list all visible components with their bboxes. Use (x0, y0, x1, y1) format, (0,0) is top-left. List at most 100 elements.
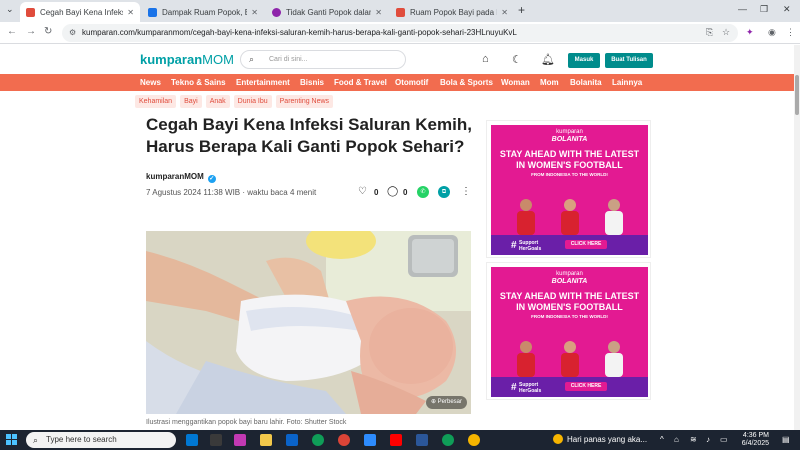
site-logo[interactable]: kumparanMOM (140, 52, 234, 67)
comment-icon[interactable]: ◯ (387, 186, 398, 197)
install-app-icon[interactable]: ⎘ (706, 27, 713, 38)
bookmark-star-icon[interactable]: ☆ (722, 27, 730, 38)
nav-lainnya[interactable]: Lainnya (612, 74, 642, 91)
nav-otomotif[interactable]: Otomotif (395, 74, 428, 91)
scrollbar-thumb[interactable] (795, 75, 799, 115)
nav-bolanita[interactable]: Bolanita (570, 74, 602, 91)
article-photo[interactable]: ⊕ Perbesar (146, 231, 471, 414)
nav-bisnis[interactable]: Bisnis (300, 74, 324, 91)
author-name[interactable]: kumparanMOM ✓ (146, 172, 216, 183)
search-input[interactable]: ⌕ Cari di sini... (240, 50, 406, 69)
notification-center-icon[interactable]: ▤ (782, 435, 790, 444)
read-time: · waktu baca 4 menit (242, 188, 317, 197)
subcat-anak[interactable]: Anak (205, 95, 230, 108)
copilot-icon[interactable] (234, 434, 246, 446)
youtube-icon[interactable] (390, 434, 402, 446)
enlarge-photo-button[interactable]: ⊕ Perbesar (425, 396, 467, 409)
dark-mode-icon[interactable]: ☾ (512, 53, 522, 66)
zoom-app-icon[interactable] (364, 434, 376, 446)
like-count: 0 (374, 188, 379, 197)
nav-entertainment[interactable]: Entertainment (236, 74, 290, 91)
show-hidden-icons-icon[interactable]: ^ (660, 435, 664, 444)
nav-tekno-sains[interactable]: Tekno & Sains (171, 74, 226, 91)
profile-icon[interactable]: ◉ (768, 27, 776, 38)
chrome-alt-icon[interactable] (468, 434, 480, 446)
url-text: kumparan.com/kumparanmom/cegah-bayi-kena… (82, 28, 517, 37)
back-icon[interactable]: ← (7, 26, 17, 37)
volume-icon[interactable]: ♪ (706, 435, 710, 444)
like-heart-icon[interactable]: ♡ (358, 186, 367, 197)
weather-text[interactable]: Hari panas yang aka... (567, 435, 647, 444)
chrome-profile-icon[interactable] (338, 434, 350, 446)
close-icon[interactable]: ✕ (375, 8, 382, 17)
tab-title: Tidak Ganti Popok dalam Wakt (286, 7, 371, 17)
chrome-active-icon[interactable] (442, 434, 454, 446)
search-icon: ⌕ (249, 54, 255, 64)
comment-count: 0 (403, 188, 408, 197)
system-clock[interactable]: 4:36 PM 6/4/2025 (737, 432, 769, 448)
windows-taskbar: ⌕ Type here to search Hari panas yang ak… (0, 430, 800, 450)
word-icon[interactable] (416, 434, 428, 446)
tab-search-icon[interactable]: ⌄ (6, 4, 14, 15)
whatsapp-share-icon[interactable]: ✆ (417, 186, 429, 198)
close-icon[interactable]: ✕ (127, 8, 134, 17)
nav-bola-sports[interactable]: Bola & Sports (440, 74, 493, 91)
close-icon[interactable]: ✕ (251, 8, 258, 17)
publish-date: 7 Agustus 2024 11:38 WIB (146, 188, 241, 197)
widgets-icon[interactable] (210, 434, 222, 446)
maximize-icon[interactable]: ❐ (760, 4, 768, 15)
subcat-kehamilan[interactable]: Kehamilan (135, 95, 177, 108)
extension-icon[interactable]: ✦ (746, 27, 754, 38)
windows-start-icon[interactable] (6, 434, 18, 446)
reload-icon[interactable]: ↻ (44, 26, 52, 37)
nav-woman[interactable]: Woman (501, 74, 530, 91)
chrome-icon[interactable] (312, 434, 324, 446)
wifi-icon[interactable]: ≋ (690, 435, 697, 444)
ad-banner[interactable]: kumparan BOLANITA STAY AHEAD WITH THE LA… (486, 262, 651, 400)
tab-title: Ruam Popok Bayi pada Musim (410, 7, 497, 17)
ad-cta-button[interactable]: CLICK HERE (565, 240, 607, 249)
notification-bell-icon[interactable]: 🔔︎ (541, 53, 555, 66)
nav-news[interactable]: News (140, 74, 161, 91)
nav-food-travel[interactable]: Food & Travel (334, 74, 387, 91)
ad-banner[interactable]: kumparan BOLANITA STAY AHEAD WITH THE LA… (486, 120, 651, 258)
subcat-bayi[interactable]: Bayi (180, 95, 202, 108)
minimize-icon[interactable]: — (738, 4, 747, 14)
tab-active[interactable]: Cegah Bayi Kena Infeksi Saluran ✕ (20, 2, 140, 22)
author-label: kumparanMOM (146, 172, 204, 181)
ad-headline: STAY AHEAD WITH THE LATEST IN WOMEN'S FO… (499, 291, 640, 312)
menu-icon[interactable]: ⋮ (786, 27, 795, 38)
close-icon[interactable]: ✕ (501, 8, 508, 17)
subcat-dunia-ibu[interactable]: Dunia Ibu (233, 95, 272, 108)
site-info-icon[interactable]: ⚙ (69, 24, 76, 42)
write-article-button[interactable]: Buat Tulisan (605, 53, 653, 68)
copy-link-icon[interactable]: ⧉ (438, 186, 450, 198)
ad-cta-button[interactable]: CLICK HERE (565, 382, 607, 391)
home-icon[interactable]: ⌂ (482, 53, 489, 65)
ad-tagline: Support HerGoals (519, 382, 541, 394)
nav-mom[interactable]: Mom (540, 74, 559, 91)
weather-sun-icon[interactable] (553, 434, 563, 444)
more-options-icon[interactable]: ⋮ (461, 186, 471, 197)
network-icon[interactable]: ⌂ (674, 435, 679, 444)
subcat-parenting-news[interactable]: Parenting News (275, 95, 334, 108)
close-window-icon[interactable]: ✕ (783, 4, 791, 15)
ad-creative: kumparan BOLANITA STAY AHEAD WITH THE LA… (491, 125, 648, 255)
player-illustration (561, 341, 579, 377)
tab[interactable]: Ruam Popok Bayi pada Musim ✕ (390, 2, 514, 22)
login-button[interactable]: Masuk (568, 53, 600, 68)
tab[interactable]: Dampak Ruam Popok, Bisa Han ✕ (142, 2, 264, 22)
address-bar[interactable]: ⚙ kumparan.com/kumparanmom/cegah-bayi-ke… (62, 24, 738, 42)
browser-tab-strip: Cegah Bayi Kena Infeksi Saluran ✕ Dampak… (0, 0, 800, 22)
battery-icon[interactable]: ▭ (720, 435, 728, 444)
ad-headline: STAY AHEAD WITH THE LATEST IN WOMEN'S FO… (499, 149, 640, 170)
outlook-icon[interactable] (286, 434, 298, 446)
taskbar-search-input[interactable]: ⌕ Type here to search (26, 432, 176, 448)
tab[interactable]: Tidak Ganti Popok dalam Wakt ✕ (266, 2, 388, 22)
page-scrollbar[interactable] (794, 45, 800, 430)
forward-icon[interactable]: → (26, 26, 36, 37)
new-tab-button[interactable]: + (518, 3, 525, 17)
file-explorer-icon[interactable] (260, 434, 272, 446)
task-view-icon[interactable] (186, 434, 198, 446)
article-meta: 7 Agustus 2024 11:38 WIB · waktu baca 4 … (146, 188, 316, 197)
